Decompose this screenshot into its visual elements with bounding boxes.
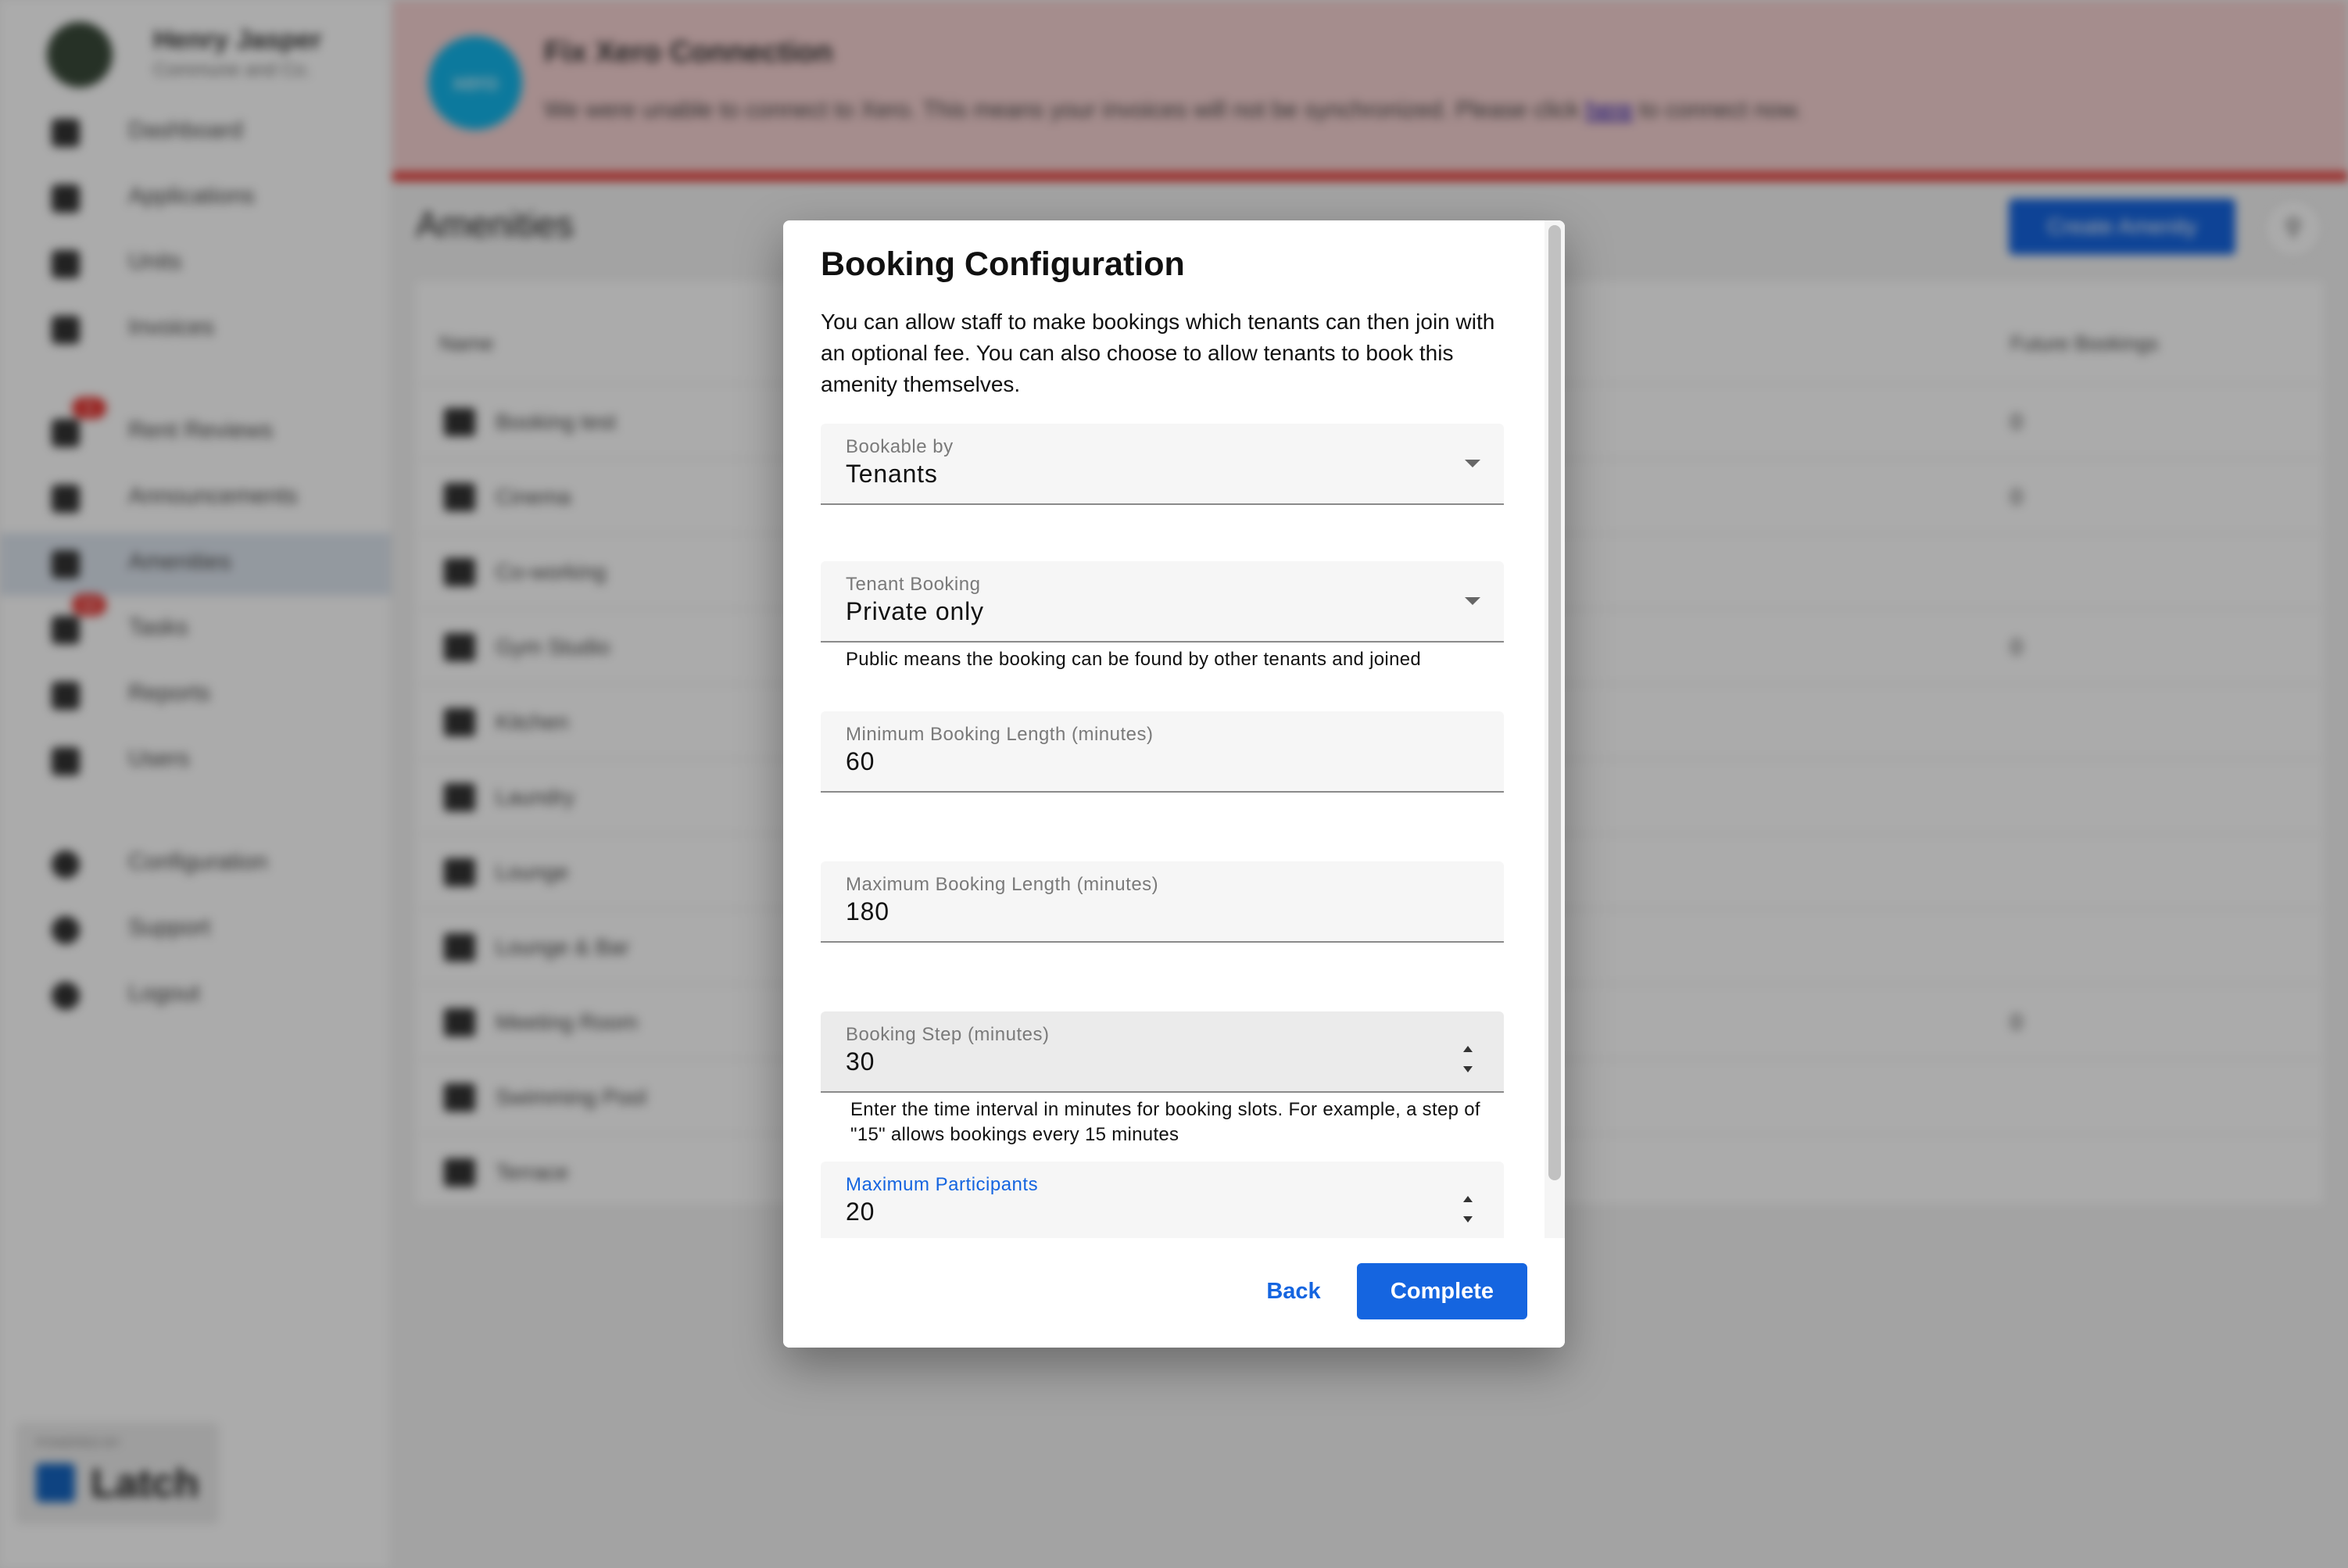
complete-button[interactable]: Complete	[1357, 1263, 1527, 1319]
field-label: Minimum Booking Length (minutes)	[846, 724, 1154, 745]
field-label: Bookable by	[846, 436, 954, 457]
dialog-description: You can allow staff to make bookings whi…	[821, 310, 1495, 396]
booking-step-helper-text: Enter the time interval in minutes for b…	[850, 1099, 1480, 1145]
booking-step-field[interactable]: Booking Step (minutes) 30	[821, 1011, 1504, 1093]
stepper-down-icon[interactable]	[1463, 1216, 1473, 1223]
min-booking-length-field[interactable]: Minimum Booking Length (minutes) 60	[821, 711, 1504, 793]
dialog-title: Booking Configuration	[821, 245, 1185, 283]
dialog-actions: Back Complete	[783, 1238, 1565, 1348]
stepper-up-icon[interactable]	[1463, 1196, 1473, 1202]
dialog-scrollbar[interactable]	[1544, 220, 1565, 1238]
booking-configuration-dialog: Booking Configuration You can allow staf…	[783, 220, 1565, 1348]
field-value: Tenants	[846, 460, 938, 488]
field-label: Tenant Booking	[846, 574, 981, 595]
max-booking-length-field[interactable]: Maximum Booking Length (minutes) 180	[821, 861, 1504, 943]
stepper-up-icon[interactable]	[1463, 1046, 1473, 1052]
field-value: 60	[846, 747, 875, 775]
field-label: Maximum Booking Length (minutes)	[846, 874, 1159, 895]
field-label: Booking Step (minutes)	[846, 1024, 1050, 1045]
stepper-down-icon[interactable]	[1463, 1066, 1473, 1072]
tenant-booking-helper-text: Public means the booking can be found by…	[846, 649, 1422, 670]
tenant-booking-select[interactable]: Tenant Booking Private only	[821, 561, 1504, 643]
field-value: Private only	[846, 597, 984, 625]
scrollbar-thumb[interactable]	[1548, 225, 1561, 1180]
number-stepper[interactable]	[1460, 1194, 1476, 1229]
field-label: Maximum Participants	[846, 1174, 1039, 1195]
dropdown-arrow-icon	[1465, 460, 1480, 467]
field-value: 180	[846, 897, 889, 925]
field-value: 20	[846, 1197, 875, 1226]
dropdown-arrow-icon	[1465, 597, 1480, 605]
back-button[interactable]: Back	[1251, 1263, 1337, 1319]
max-participants-field[interactable]: Maximum Participants 20	[821, 1162, 1504, 1243]
bookable-by-select[interactable]: Bookable by Tenants	[821, 424, 1504, 505]
number-stepper[interactable]	[1460, 1044, 1476, 1079]
field-value: 30	[846, 1047, 875, 1076]
